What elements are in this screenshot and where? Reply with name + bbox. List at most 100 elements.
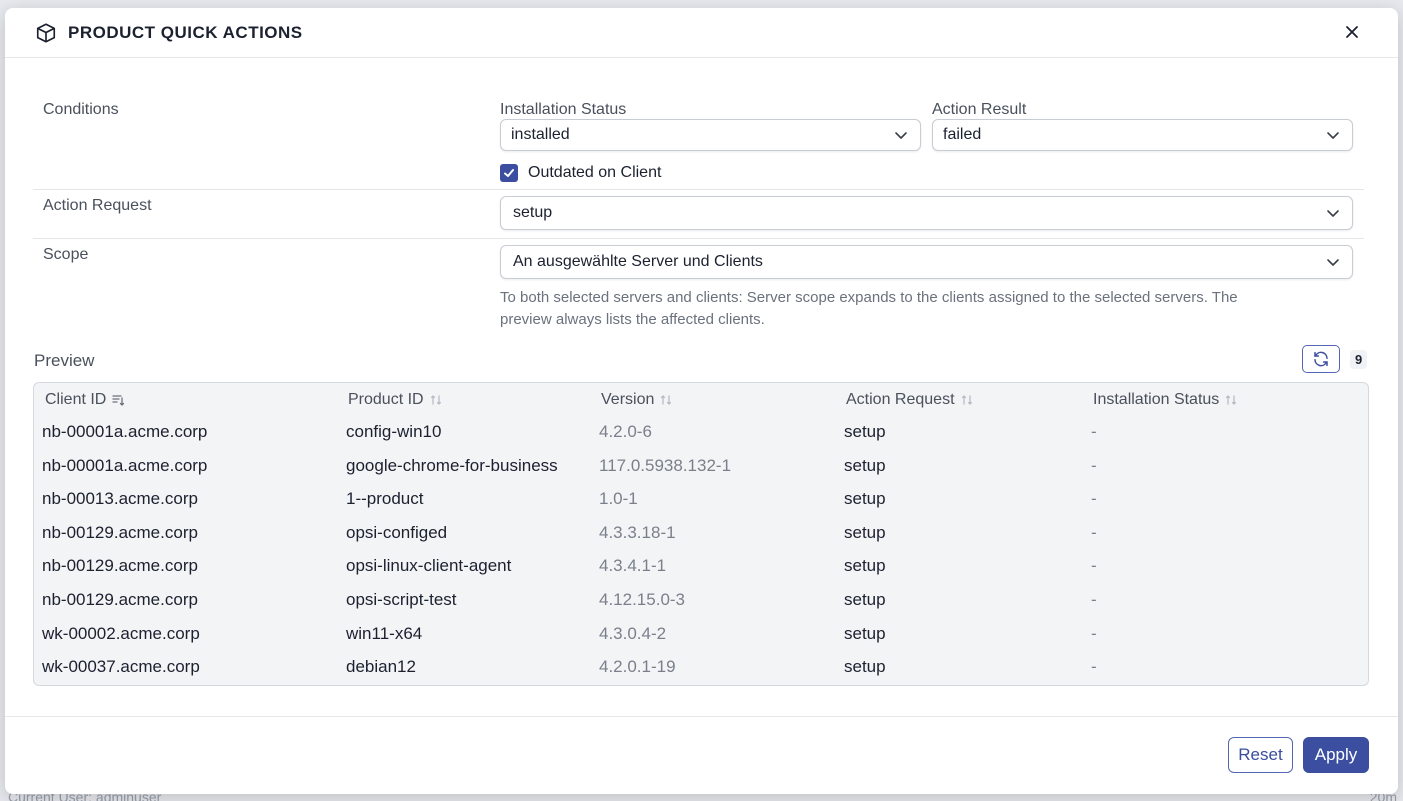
scope-help-text: To both selected servers and clients: Se… <box>500 287 1238 331</box>
cell-installation-status: - <box>1091 590 1097 609</box>
refresh-button[interactable] <box>1302 345 1340 373</box>
cell-product-id: win11-x64 <box>346 624 423 643</box>
column-header-label: Installation Status <box>1093 391 1220 408</box>
cell-action-request: setup <box>844 556 886 575</box>
chevron-down-icon <box>1326 128 1340 142</box>
preview-table: Client ID Product ID Version Action Requ… <box>33 382 1369 686</box>
action-request-label: Action Request <box>43 197 152 214</box>
cell-installation-status: - <box>1091 456 1097 475</box>
table-row[interactable]: nb-00129.acme.corp opsi-configed 4.3.3.1… <box>34 517 1368 550</box>
cell-version: 4.3.4.1-1 <box>599 556 667 575</box>
cell-client-id: nb-00001a.acme.corp <box>42 456 208 475</box>
scope-select[interactable]: An ausgewählte Server und Clients <box>500 245 1353 279</box>
cell-installation-status: - <box>1091 489 1097 508</box>
apply-button[interactable]: Apply <box>1303 737 1369 773</box>
sort-ascending-icon <box>112 394 125 406</box>
scope-help-line-2: preview always lists the affected client… <box>500 311 765 328</box>
cell-installation-status: - <box>1091 422 1097 441</box>
cell-client-id: wk-00037.acme.corp <box>42 657 200 676</box>
conditions-label: Conditions <box>43 101 119 118</box>
cell-version: 4.3.0.4-2 <box>599 624 667 643</box>
cell-client-id: nb-00129.acme.corp <box>42 590 198 609</box>
installation-status-value: installed <box>511 126 570 143</box>
column-header-action-request[interactable]: Action Request <box>846 391 973 409</box>
column-header-label: Action Request <box>846 391 955 408</box>
table-row[interactable]: nb-00129.acme.corp opsi-linux-client-age… <box>34 550 1368 583</box>
reset-button[interactable]: Reset <box>1228 737 1293 773</box>
cell-action-request: setup <box>844 657 886 676</box>
preview-count-badge: 9 <box>1350 350 1368 369</box>
cell-version: 4.3.3.18-1 <box>599 523 676 542</box>
cell-product-id: debian12 <box>346 657 416 676</box>
cell-product-id: google-chrome-for-business <box>346 456 558 475</box>
column-header-label: Product ID <box>348 391 424 408</box>
cell-version: 4.12.15.0-3 <box>599 590 686 609</box>
sort-icon <box>660 394 672 406</box>
cell-product-id: opsi-script-test <box>346 590 457 609</box>
action-result-label: Action Result <box>932 101 1027 118</box>
table-row[interactable]: wk-00037.acme.corp debian12 4.2.0.1-19 s… <box>34 651 1368 684</box>
cell-installation-status: - <box>1091 657 1097 676</box>
cell-version: 4.2.0-6 <box>599 422 652 441</box>
table-row[interactable]: wk-00002.acme.corp win11-x64 4.3.0.4-2 s… <box>34 618 1368 651</box>
column-header-version[interactable]: Version <box>601 391 672 409</box>
action-request-value: setup <box>513 204 553 221</box>
table-row[interactable]: nb-00013.acme.corp 1--product 1.0-1 setu… <box>34 483 1368 516</box>
cell-client-id: wk-00002.acme.corp <box>42 624 200 643</box>
scope-help-line-1: To both selected servers and clients: Se… <box>500 289 1238 306</box>
outdated-checkbox[interactable] <box>500 164 518 182</box>
refresh-icon <box>1312 350 1330 368</box>
action-result-value: failed <box>943 126 982 143</box>
cube-icon <box>35 22 57 44</box>
sort-icon <box>430 394 442 406</box>
cell-installation-status: - <box>1091 624 1097 643</box>
cell-client-id: nb-00001a.acme.corp <box>42 422 208 441</box>
cell-client-id: nb-00129.acme.corp <box>42 523 198 542</box>
cell-installation-status: - <box>1091 556 1097 575</box>
cell-action-request: setup <box>844 422 886 441</box>
outdated-checkbox-label[interactable]: Outdated on Client <box>528 164 661 182</box>
cell-version: 4.2.0.1-19 <box>599 657 676 676</box>
column-header-installation-status[interactable]: Installation Status <box>1093 391 1237 409</box>
column-header-product-id[interactable]: Product ID <box>348 391 442 409</box>
cell-version: 1.0-1 <box>599 489 638 508</box>
chevron-down-icon <box>1326 206 1340 220</box>
preview-label: Preview <box>34 351 95 370</box>
table-row[interactable]: nb-00001a.acme.corp config-win10 4.2.0-6… <box>34 416 1368 449</box>
chevron-down-icon <box>894 128 908 142</box>
cell-action-request: setup <box>844 489 886 508</box>
divider <box>33 238 1364 239</box>
divider <box>33 189 1364 190</box>
dialog-title: PRODUCT QUICK ACTIONS <box>68 22 303 42</box>
cell-action-request: setup <box>844 624 886 643</box>
dialog-header: PRODUCT QUICK ACTIONS <box>5 8 1398 58</box>
cell-product-id: opsi-configed <box>346 523 448 542</box>
action-request-select[interactable]: setup <box>500 196 1353 230</box>
close-icon <box>1345 25 1359 39</box>
cell-product-id: 1--product <box>346 489 424 508</box>
close-button[interactable] <box>1342 22 1362 42</box>
product-quick-actions-dialog: PRODUCT QUICK ACTIONS Conditions Install… <box>5 8 1398 794</box>
table-row[interactable]: nb-00001a.acme.corp google-chrome-for-bu… <box>34 450 1368 483</box>
cell-product-id: config-win10 <box>346 422 442 441</box>
installation-status-label: Installation Status <box>500 101 627 118</box>
column-header-client-id[interactable]: Client ID <box>45 391 125 409</box>
scope-label: Scope <box>43 246 89 263</box>
cell-action-request: setup <box>844 523 886 542</box>
cell-action-request: setup <box>844 590 886 609</box>
sort-icon <box>961 394 973 406</box>
action-result-select[interactable]: failed <box>932 119 1353 151</box>
table-row[interactable]: nb-00129.acme.corp opsi-script-test 4.12… <box>34 584 1368 617</box>
scope-value: An ausgewählte Server und Clients <box>513 253 763 270</box>
column-header-label: Client ID <box>45 391 107 408</box>
cell-action-request: setup <box>844 456 886 475</box>
cell-client-id: nb-00013.acme.corp <box>42 489 198 508</box>
sort-icon <box>1225 394 1237 406</box>
cell-version: 117.0.5938.132-1 <box>599 456 732 475</box>
chevron-down-icon <box>1326 255 1340 269</box>
cell-client-id: nb-00129.acme.corp <box>42 556 198 575</box>
cell-product-id: opsi-linux-client-agent <box>346 556 512 575</box>
installation-status-select[interactable]: installed <box>500 119 921 151</box>
footer-divider <box>5 716 1398 717</box>
column-header-label: Version <box>601 391 655 408</box>
